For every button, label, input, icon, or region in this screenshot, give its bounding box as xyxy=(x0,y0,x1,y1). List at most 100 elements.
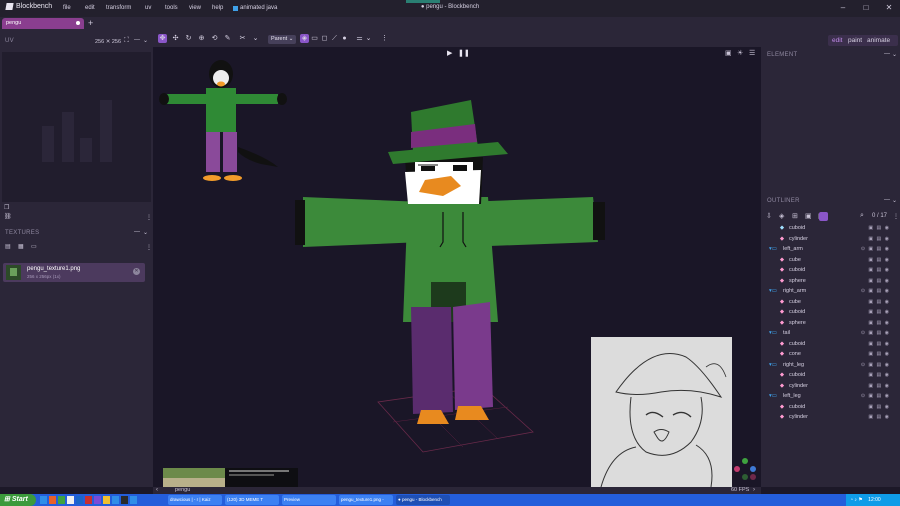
toggle-options-icon[interactable] xyxy=(819,212,828,221)
minimize-panel-icon[interactable]: — xyxy=(134,37,140,43)
cube-mode-icon[interactable]: ▭ xyxy=(310,34,319,43)
outliner-group[interactable]: ▾▭ left_leg ⊙ ▣ ▤ ◉ xyxy=(766,391,894,401)
uv-fullscreen-icon[interactable]: ⛶ xyxy=(124,37,129,45)
visibility-toggles-icon[interactable]: ▣ ▤ ◉ xyxy=(868,402,890,412)
new-tab-icon[interactable]: + xyxy=(88,18,93,28)
remove-texture-icon[interactable]: ✕ xyxy=(133,268,140,275)
link-icon[interactable]: ⛓ xyxy=(4,213,12,220)
visibility-toggles-icon[interactable]: ▣ ▤ ◉ xyxy=(868,381,890,391)
tray-icons[interactable]: ◔ ♪ ⚑ xyxy=(850,497,863,503)
menu-icon[interactable]: ☰ xyxy=(749,49,755,57)
taskbar-task[interactable]: drawcious | - r | Kaiz xyxy=(168,495,222,505)
minimize-panel-icon[interactable]: — xyxy=(884,197,890,203)
outliner-group[interactable]: ▾▭ tail ⊙ ▣ ▤ ◉ xyxy=(766,328,894,338)
axis-gizmo[interactable] xyxy=(731,455,759,483)
minimize-panel-icon[interactable]: — xyxy=(134,229,140,235)
pivot-tool-icon[interactable]: ⊕ xyxy=(197,34,206,43)
outliner-group[interactable]: ▾▭ right_arm ⊙ ▣ ▤ ◉ xyxy=(766,286,894,296)
outliner-element[interactable]: ◆ cuboid ▣ ▤ ◉ xyxy=(766,402,894,412)
outliner-element[interactable]: ◆ sphere ▣ ▤ ◉ xyxy=(766,276,894,286)
play-icon[interactable]: ▶ xyxy=(447,49,452,57)
quicklaunch-icon[interactable] xyxy=(94,496,101,504)
chevron-down-icon[interactable]: ⌄ xyxy=(143,229,148,236)
add-group-icon[interactable]: ▣ xyxy=(805,212,812,220)
chevron-down-icon[interactable]: ⌄ xyxy=(364,34,373,43)
screenshot-icon[interactable]: ▣ xyxy=(725,49,732,57)
visibility-toggles-icon[interactable]: ▣ ▤ ◉ xyxy=(868,318,890,328)
outliner-element[interactable]: ◆ cube ▣ ▤ ◉ xyxy=(766,297,894,307)
move-tool-icon[interactable]: ✥ xyxy=(158,34,167,43)
select-mode-icon[interactable]: ◈ xyxy=(300,34,309,43)
mode-edit[interactable]: edit xyxy=(832,37,842,44)
add-mesh-icon[interactable]: ◈ xyxy=(779,212,784,220)
chevron-right-icon[interactable]: › xyxy=(753,487,755,493)
quicklaunch-icon[interactable] xyxy=(130,496,137,504)
unsaved-dot-icon[interactable] xyxy=(76,21,80,25)
outliner-element[interactable]: ◆ cuboid ▣ ▤ ◉ xyxy=(766,265,894,275)
minimize-panel-icon[interactable]: — xyxy=(884,51,890,57)
rotate-tool-icon[interactable]: ↻ xyxy=(184,34,193,43)
visibility-toggles-icon[interactable]: ▣ ▤ ◉ xyxy=(868,297,890,307)
folder-icon[interactable]: ▭ xyxy=(31,243,37,250)
add-cube-icon[interactable]: ⇩ xyxy=(766,212,772,220)
visibility-toggles-icon[interactable]: ⊙ ▣ ▤ ◉ xyxy=(861,244,890,254)
visibility-toggles-icon[interactable]: ▣ ▤ ◉ xyxy=(868,265,890,275)
light-icon[interactable]: ☀ xyxy=(737,49,743,57)
outliner-element[interactable]: ◆ cuboid ▣ ▤ ◉ xyxy=(766,307,894,317)
maximize-icon[interactable]: □ xyxy=(855,2,877,14)
quicklaunch-icon[interactable] xyxy=(58,496,65,504)
visibility-toggles-icon[interactable]: ▣ ▤ ◉ xyxy=(868,223,890,233)
more-icon[interactable]: ⋮ xyxy=(380,34,389,43)
edge-mode-icon[interactable]: ⟋ xyxy=(330,34,339,43)
visibility-toggles-icon[interactable]: ▣ ▤ ◉ xyxy=(868,276,890,286)
outliner-element[interactable]: ◆ sphere ▣ ▤ ◉ xyxy=(766,318,894,328)
quicklaunch-icon[interactable] xyxy=(85,496,92,504)
vertex-snap-icon[interactable]: ⟲ xyxy=(210,34,219,43)
start-button[interactable]: ⊞ Start xyxy=(0,494,36,506)
outliner-element[interactable]: ◆ cuboid ▣ ▤ ◉ xyxy=(766,223,894,233)
close-icon[interactable]: ✕ xyxy=(878,2,900,14)
minimize-icon[interactable]: – xyxy=(832,2,854,14)
visibility-toggles-icon[interactable]: ⊙ ▣ ▤ ◉ xyxy=(861,286,890,296)
import-texture-icon[interactable]: ▤ xyxy=(5,243,11,250)
chevron-down-icon[interactable]: ⌄ xyxy=(892,197,897,204)
quicklaunch-icon[interactable] xyxy=(121,496,128,504)
quicklaunch-icon[interactable] xyxy=(67,496,74,504)
chevron-down-icon[interactable]: ⌄ xyxy=(251,34,260,43)
drag-handle[interactable] xyxy=(406,0,440,3)
visibility-toggles-icon[interactable]: ▣ ▤ ◉ xyxy=(868,339,890,349)
taskbar-task[interactable]: Preview xyxy=(282,495,336,505)
outliner-group[interactable]: ▾▭ left_arm ⊙ ▣ ▤ ◉ xyxy=(766,244,894,254)
taskbar-task[interactable]: pengu_texture1.png - xyxy=(339,495,393,505)
outliner-element[interactable]: ◆ cylinder ▣ ▤ ◉ xyxy=(766,412,894,422)
more-icon[interactable]: ⋮ xyxy=(146,244,152,251)
outliner-element[interactable]: ◆ cylinder ▣ ▤ ◉ xyxy=(766,234,894,244)
resize-tool-icon[interactable]: ✣ xyxy=(171,34,180,43)
uv-editor[interactable] xyxy=(2,52,151,202)
search-icon[interactable]: ⌕ xyxy=(860,212,864,220)
outliner-element[interactable]: ◆ cuboid ▣ ▤ ◉ xyxy=(766,370,894,380)
brush-icon[interactable]: ✎ xyxy=(223,34,232,43)
visibility-toggles-icon[interactable]: ▣ ▤ ◉ xyxy=(868,349,890,359)
outliner-element[interactable]: ◆ cone ▣ ▤ ◉ xyxy=(766,349,894,359)
visibility-toggles-icon[interactable]: ⊙ ▣ ▤ ◉ xyxy=(861,391,890,401)
more-icon[interactable]: ⋮ xyxy=(146,214,152,221)
taskbar-task[interactable]: (120) 3D MEME T xyxy=(225,495,279,505)
visibility-toggles-icon[interactable]: ⊙ ▣ ▤ ◉ xyxy=(861,360,890,370)
chevron-left-icon[interactable]: ‹ xyxy=(156,487,158,493)
3d-model-pengu[interactable] xyxy=(293,92,613,442)
tool-options-icon[interactable]: ✂ xyxy=(238,34,247,43)
mirror-icon[interactable]: ⚌ xyxy=(355,34,364,43)
quicklaunch-icon[interactable] xyxy=(112,496,119,504)
visibility-toggles-icon[interactable]: ▣ ▤ ◉ xyxy=(868,234,890,244)
outliner-group[interactable]: ▾▭ right_leg ⊙ ▣ ▤ ◉ xyxy=(766,360,894,370)
mode-animate[interactable]: animate xyxy=(867,37,890,44)
paste-icon[interactable]: ❐ xyxy=(4,204,9,211)
3d-viewport[interactable]: ▶ ❚❚ ▣ ☀ ☰ xyxy=(153,47,761,487)
outliner-element[interactable]: ◆ cube ▣ ▤ ◉ xyxy=(766,255,894,265)
quicklaunch-icon[interactable] xyxy=(76,496,83,504)
quicklaunch-icon[interactable] xyxy=(103,496,110,504)
outliner-element[interactable]: ◆ cylinder ▣ ▤ ◉ xyxy=(766,381,894,391)
mode-paint[interactable]: paint xyxy=(848,37,862,44)
visibility-toggles-icon[interactable]: ▣ ▤ ◉ xyxy=(868,370,890,380)
